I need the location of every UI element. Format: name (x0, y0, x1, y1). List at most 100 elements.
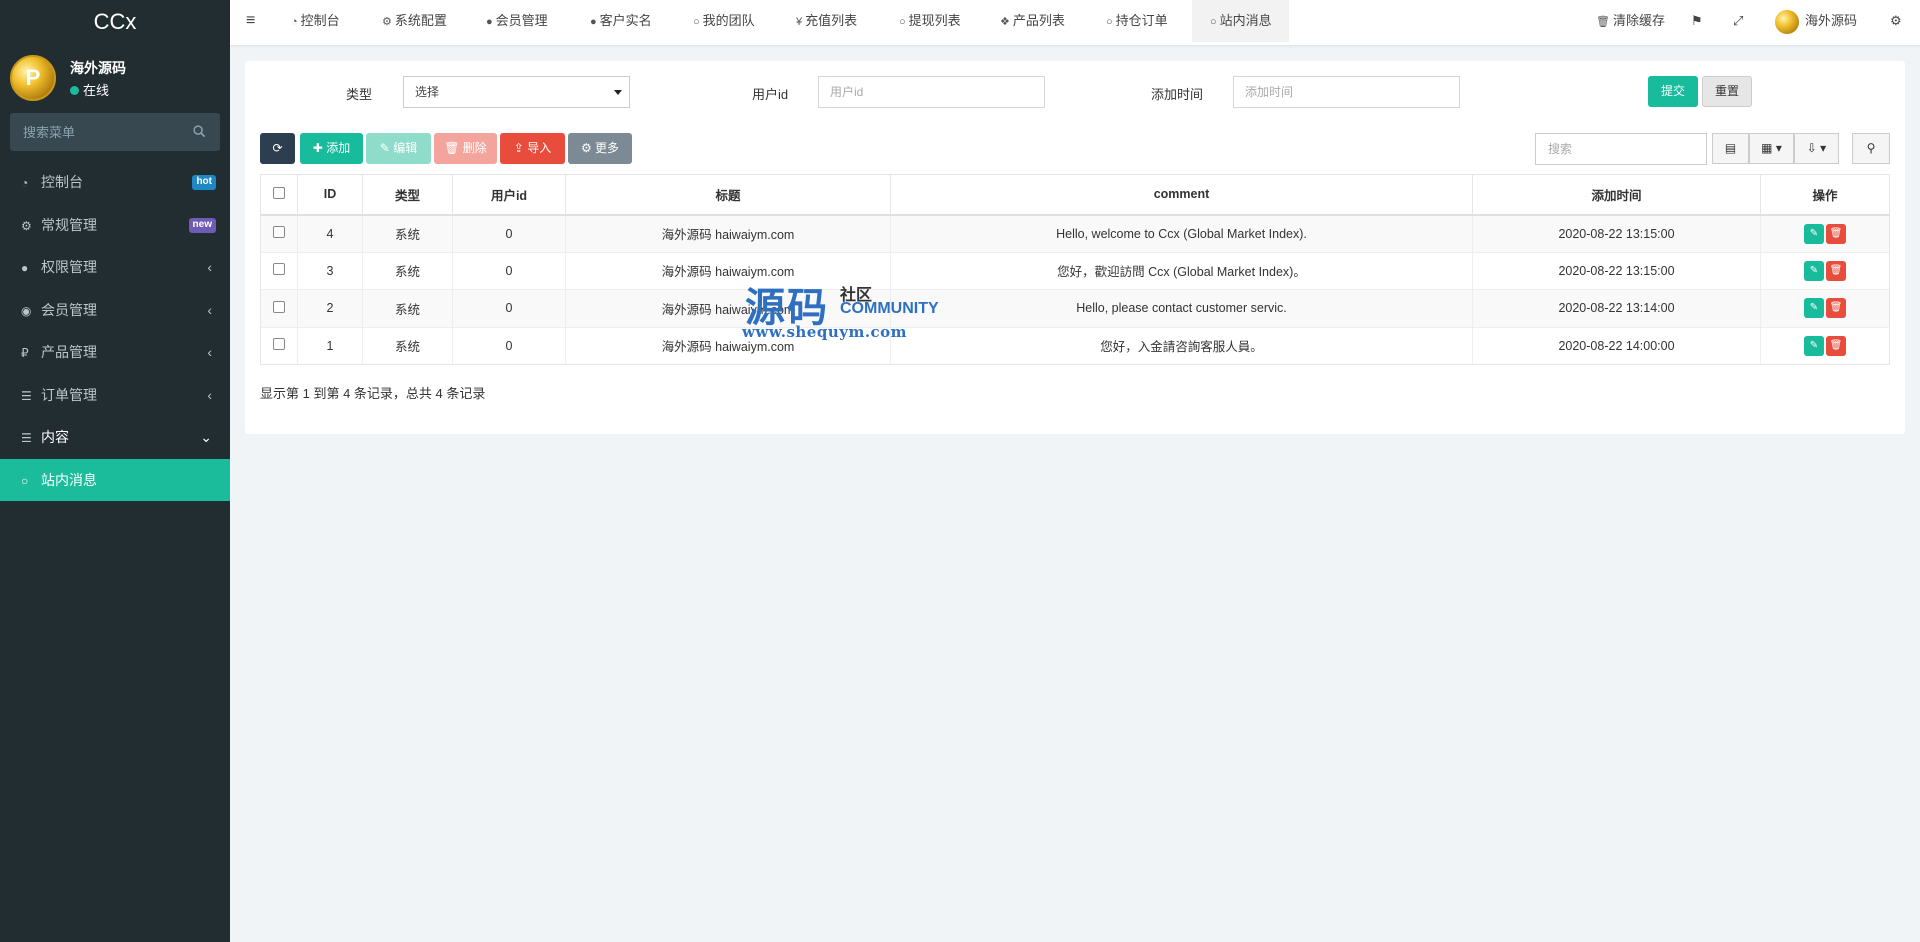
table-row[interactable]: 4 系统 0 海外源码 haiwaiym.com Hello, welcome … (260, 214, 1890, 252)
col-header-userid[interactable]: 用户id (452, 174, 566, 216)
col-header-title[interactable]: 标题 (565, 174, 891, 216)
fullscreen-icon[interactable]: ⤢ (1733, 0, 1743, 42)
add-button[interactable]: ✚ 添加 (300, 133, 363, 164)
row-checkbox[interactable] (273, 338, 285, 351)
chevron-left-icon: ‹ (207, 301, 212, 318)
cogs-icon: ⚙ (21, 218, 32, 233)
select-all-header[interactable] (260, 174, 298, 216)
col-header-time[interactable]: 添加时间 (1472, 174, 1761, 216)
cell-comment: 您好，歡迎訪問 Ccx (Global Market Index)。 (890, 251, 1473, 290)
tab-label: 产品列表 (1012, 13, 1065, 28)
users-icon: ● (21, 261, 29, 275)
sidebar-item-content[interactable]: ☰ 内容 ⌄ (0, 416, 230, 459)
tab-my-team[interactable]: ○ 我的团队 (693, 0, 755, 42)
refresh-button[interactable]: ⟳ (260, 133, 295, 164)
table-search-input[interactable] (1535, 133, 1707, 165)
cell-type: 系统 (362, 289, 453, 327)
delete-label: 删除 (462, 141, 487, 155)
col-header-comment[interactable]: comment (890, 174, 1473, 216)
row-checkbox[interactable] (273, 263, 285, 276)
filter-userid-label: 用户id (752, 87, 789, 102)
row-delete-button[interactable]: 🗑 (1826, 260, 1846, 281)
sidebar-item-auth[interactable]: ● 权限管理 ‹ (0, 246, 230, 289)
search-icon[interactable] (193, 125, 206, 138)
row-delete-button[interactable]: 🗑 (1826, 335, 1846, 356)
export-button[interactable]: ⇩ ▾ (1794, 133, 1839, 164)
row-checkbox[interactable] (273, 300, 285, 313)
edit-button[interactable]: ✎ 编辑 (366, 133, 431, 164)
sidebar-item-label: 订单管理 (41, 386, 97, 403)
tab-site-messages[interactable]: ○ 站内消息 (1192, 0, 1289, 42)
sidebar-item-orders[interactable]: ☰ 订单管理 ‹ (0, 374, 230, 417)
cell-id: 4 (297, 214, 363, 252)
chevron-left-icon: ‹ (207, 344, 212, 360)
type-select[interactable]: 选择 (403, 76, 630, 108)
import-button[interactable]: ⇪ 导入 (500, 133, 565, 164)
table-row[interactable]: 2 系统 0 海外源码 haiwaiym.com Hello, please c… (260, 289, 1890, 327)
select-all-checkbox[interactable] (273, 186, 285, 199)
col-header-id[interactable]: ID (297, 174, 363, 216)
toggle-view-button[interactable]: ▤ (1712, 133, 1749, 164)
row-edit-button[interactable]: ✎ (1804, 298, 1824, 319)
col-header-type[interactable]: 类型 (362, 174, 453, 216)
tab-withdraw-list[interactable]: ○ 提现列表 (899, 0, 961, 42)
export-icon: ⇩ ▾ (1806, 141, 1827, 155)
sidebar-item-members[interactable]: ◉ 会员管理 ‹ (0, 289, 230, 332)
row-edit-button[interactable]: ✎ (1804, 335, 1824, 356)
row-delete-button[interactable]: 🗑 (1826, 298, 1846, 319)
row-edit-button[interactable]: ✎ (1804, 260, 1824, 281)
refresh-icon: ⟳ (272, 141, 283, 155)
user-menu[interactable]: 海外源码 (1775, 0, 1857, 42)
table-row[interactable]: 1 系统 0 海外源码 haiwaiym.com 您好，入金請咨詢客服人員。 2… (260, 326, 1890, 365)
status-text: 在线 (83, 83, 110, 98)
tab-dashboard[interactable]: ◔ 控制台 (291, 0, 340, 42)
cell-time: 2020-08-22 14:00:00 (1472, 326, 1761, 365)
sidebar: CCx P 海外源码 在线 ◔ 控制台 hot ⚙ 常规管理 new ● 权限管理 ‹ ◉ 会… (0, 0, 230, 942)
sidebar-item-products[interactable]: ₽ 产品管理 ‹ (0, 331, 230, 374)
cell-time: 2020-08-22 13:15:00 (1472, 251, 1761, 290)
cell-actions: ✎ 🗑 (1760, 326, 1890, 365)
search-toggle-button[interactable]: ⚲ (1852, 133, 1890, 164)
more-label: 更多 (595, 141, 620, 155)
list-icon: ☰ (21, 431, 32, 445)
table-row[interactable]: 3 系统 0 海外源码 haiwaiym.com 您好，歡迎訪問 Ccx (Gl… (260, 251, 1890, 290)
time-input[interactable] (1233, 76, 1460, 108)
tab-system-config[interactable]: ⚙ 系统配置 (382, 0, 447, 42)
row-edit-button[interactable]: ✎ (1804, 223, 1824, 244)
more-button[interactable]: ⚙ 更多 (568, 133, 632, 164)
clear-cache-button[interactable]: 🗑 清除缓存 (1596, 0, 1665, 42)
tab-product-list[interactable]: ❖ 产品列表 (1000, 0, 1065, 42)
language-icon[interactable]: ⚑ (1691, 0, 1703, 42)
circle-icon: ○ (899, 16, 906, 28)
tab-recharge-list[interactable]: ¥ 充值列表 (796, 0, 857, 42)
tab-customer-realname[interactable]: ● 客户实名 (590, 0, 652, 42)
sidebar-item-dashboard[interactable]: ◔ 控制台 hot (0, 161, 230, 204)
type-select-value: 选择 (415, 85, 440, 99)
delete-button[interactable]: 🗑 删除 (434, 133, 497, 164)
tab-position-orders[interactable]: ○ 持仓订单 (1106, 0, 1168, 42)
columns-button[interactable]: ▦ ▾ (1749, 133, 1794, 164)
row-checkbox[interactable] (273, 226, 285, 238)
cell-userid: 0 (452, 214, 566, 252)
submit-button[interactable]: 提交 (1648, 76, 1698, 107)
tab-members[interactable]: ● 会员管理 (486, 0, 548, 42)
cell-time: 2020-08-22 13:15:00 (1472, 214, 1761, 252)
hamburger-menu-icon[interactable]: ≡ (246, 0, 255, 42)
watermark-url: www.shequym.com (742, 323, 908, 341)
row-delete-button[interactable]: 🗑 (1826, 223, 1846, 244)
avatar (1775, 9, 1799, 34)
cell-comment: 您好，入金請咨詢客服人員。 (890, 326, 1473, 365)
table-header-row: ID 类型 用户id 标题 comment 添加时间 操作 (260, 174, 1890, 216)
sidebar-item-label: 控制台 (41, 174, 83, 190)
sidebar-search-input[interactable] (10, 113, 170, 151)
sidebar-item-messages[interactable]: ○ 站内消息 (0, 458, 230, 501)
userid-input[interactable] (818, 76, 1045, 108)
cell-actions: ✎ 🗑 (1760, 251, 1890, 290)
reset-button[interactable]: 重置 (1702, 76, 1752, 107)
cell-type: 系统 (362, 326, 453, 365)
settings-gear-icon[interactable]: ⚙ (1890, 0, 1902, 42)
tab-label: 提现列表 (908, 13, 961, 28)
sidebar-item-general[interactable]: ⚙ 常规管理 new (0, 204, 230, 247)
tab-label: 系统配置 (394, 13, 447, 28)
brand-logo[interactable]: CCx (0, 0, 230, 43)
